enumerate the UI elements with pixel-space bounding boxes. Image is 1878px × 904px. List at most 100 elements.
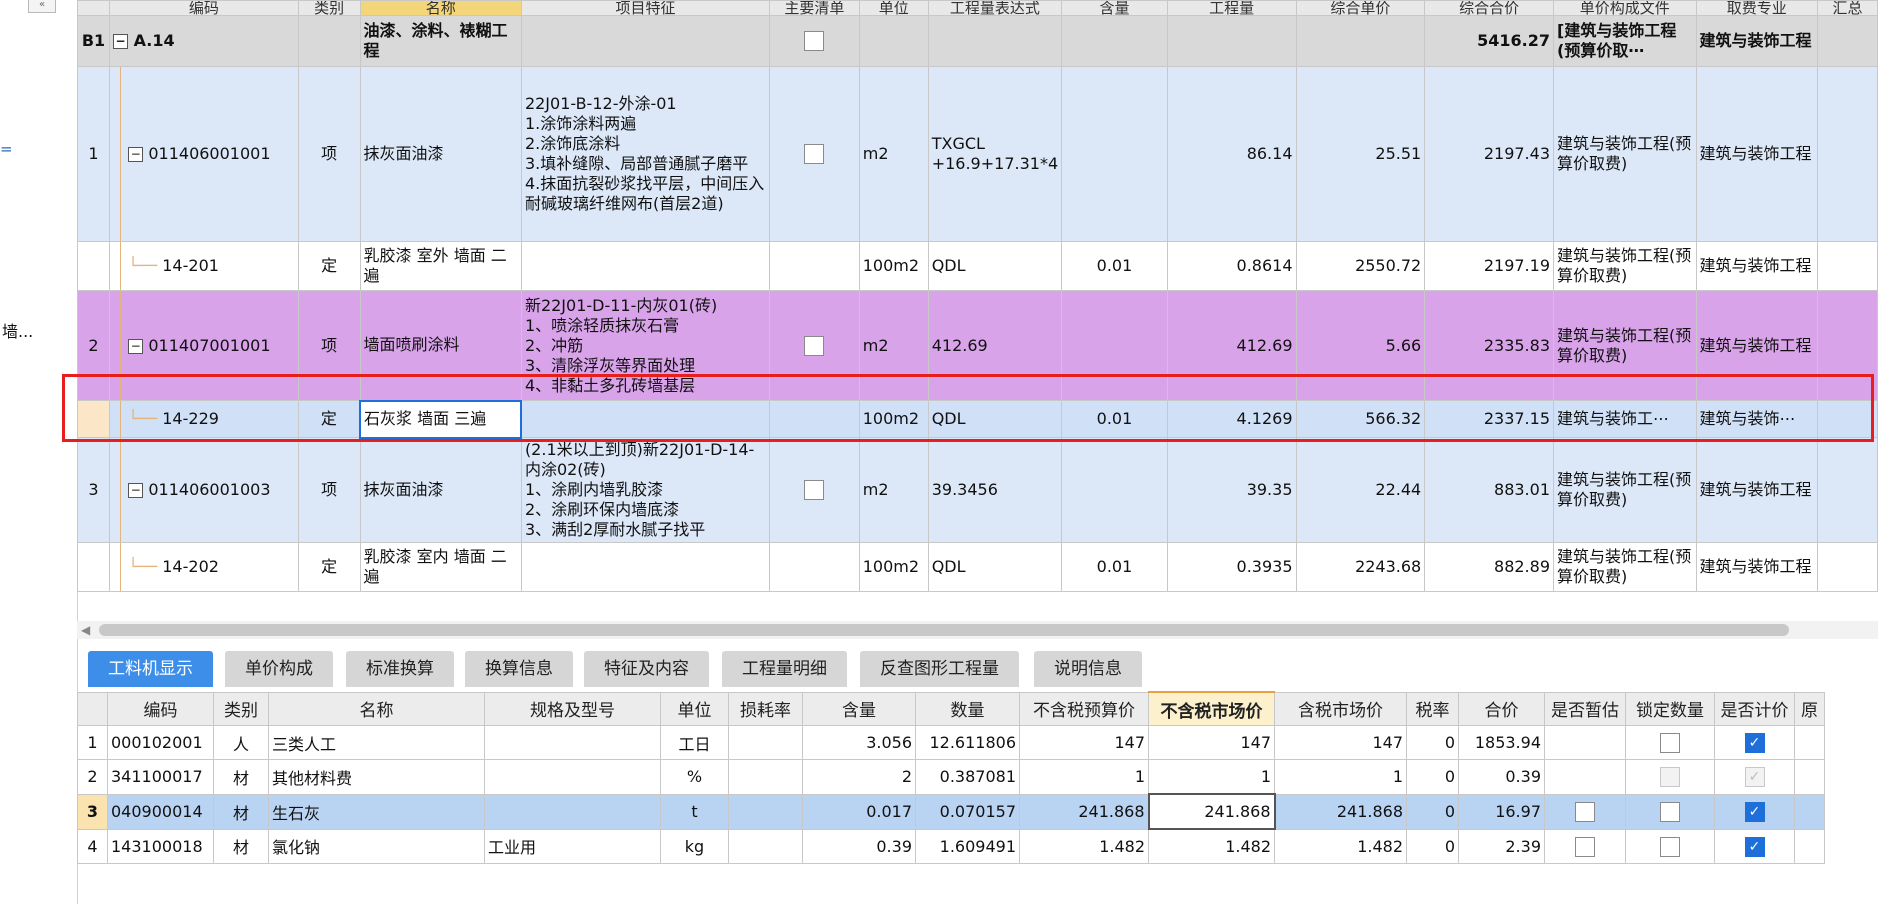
checkbox-checked[interactable]: ✓ — [1744, 732, 1765, 753]
material-unit[interactable]: t — [660, 793, 729, 830]
main-list-checkbox[interactable] — [804, 335, 825, 356]
material-code[interactable]: 341100017 — [107, 759, 214, 795]
material-ratio[interactable]: 2 — [802, 759, 916, 795]
collapse-panel-icon[interactable]: « — [28, 0, 56, 13]
material-taxed-price[interactable]: 241.868 — [1274, 793, 1407, 830]
item-qty[interactable]: 0.3935 — [1166, 542, 1297, 592]
item-file[interactable]: 建筑与装饰工程(预算价取费) — [1553, 542, 1697, 592]
material-estimate[interactable] — [1544, 725, 1626, 760]
header-qty[interactable]: 工程量 — [1166, 0, 1297, 16]
item-unit[interactable]: m2 — [858, 437, 929, 543]
quota-code[interactable]: └── 14-202 — [108, 542, 299, 592]
material-unit[interactable]: 工日 — [660, 725, 729, 760]
material-unit[interactable]: kg — [660, 828, 729, 864]
material-priced[interactable]: ✓ — [1714, 725, 1795, 760]
checkbox-unchecked[interactable] — [1660, 836, 1680, 857]
tab-conversion-info[interactable]: 换算信息 — [465, 651, 573, 687]
material-name[interactable]: 氯化钠 — [268, 828, 485, 864]
header-mat-estimate[interactable]: 是否暂估 — [1544, 691, 1626, 726]
bill-row[interactable]: 3 − 011406001003 项抹灰面油漆 (2.1米以上到顶)新22J01-D… — [77, 437, 1878, 543]
item-code[interactable]: − 011406001003 — [108, 437, 299, 543]
header-type[interactable]: 类别 — [297, 0, 361, 16]
material-unit[interactable]: % — [660, 759, 729, 795]
header-mat-sum[interactable]: 合价 — [1458, 691, 1545, 726]
item-specialty[interactable]: 建筑与装饰工程 — [1695, 290, 1819, 401]
header-specialty[interactable]: 取费专业 — [1695, 0, 1819, 16]
material-loss[interactable] — [728, 828, 803, 864]
header-mat-code[interactable]: 编码 — [107, 691, 214, 726]
header-price[interactable]: 综合单价 — [1295, 0, 1426, 16]
header-mat-name[interactable]: 名称 — [268, 691, 485, 726]
header-mat-unit[interactable]: 单位 — [660, 691, 729, 726]
material-row[interactable]: 3 040900014 材生石灰 t 0.017 0.070157 241.868 241.8… — [77, 793, 1825, 830]
item-ratio[interactable]: 0.01 — [1061, 241, 1168, 291]
header-summary[interactable]: 汇总 — [1817, 0, 1878, 16]
item-qty[interactable]: 0.8614 — [1166, 241, 1297, 291]
material-type[interactable]: 材 — [213, 759, 269, 795]
item-unit[interactable]: 100m2 — [858, 241, 929, 291]
material-estimate[interactable] — [1544, 793, 1626, 830]
item-file[interactable]: 建筑与装饰工⋯ — [1553, 400, 1697, 438]
tab-feature-content[interactable]: 特征及内容 — [584, 651, 709, 687]
material-priced[interactable]: ✓ — [1714, 793, 1795, 830]
material-tax-rate[interactable]: 0 — [1406, 725, 1459, 760]
material-taxed-price[interactable]: 147 — [1274, 725, 1407, 760]
item-expr[interactable]: 412.69 — [927, 290, 1063, 401]
header-mat-ratio[interactable]: 含量 — [802, 691, 916, 726]
item-specialty[interactable]: 建筑与装饰工程 — [1695, 542, 1819, 592]
item-name[interactable]: 乳胶漆 室内 墙面 二遍 — [359, 542, 522, 592]
tab-reverse-graphic[interactable]: 反查图形工程量 — [860, 651, 1019, 687]
material-row[interactable]: 2 341100017 材其他材料费% 2 0.387081 1 1 1 0 0.39 ✓ — [77, 759, 1825, 795]
item-code[interactable]: − 011407001001 — [108, 290, 299, 401]
item-expr[interactable]: QDL — [927, 241, 1063, 291]
bill-row[interactable]: └── 14-229 定石灰浆 墙面 三遍 100m2 QDL 0.01 4.1269 56… — [77, 399, 1878, 439]
header-code[interactable]: 编码 — [108, 0, 299, 16]
material-market-price[interactable]: 1.482 — [1148, 828, 1275, 864]
material-qty[interactable]: 12.611806 — [915, 725, 1020, 760]
quota-code[interactable]: └── 14-201 — [108, 241, 299, 291]
main-list-cell[interactable] — [769, 290, 860, 401]
material-qty[interactable]: 1.609491 — [915, 828, 1020, 864]
main-list-checkbox[interactable] — [804, 31, 825, 52]
header-total[interactable]: 综合合价 — [1424, 0, 1554, 16]
tab-description[interactable]: 说明信息 — [1034, 651, 1142, 687]
checkbox-unchecked[interactable] — [1660, 732, 1680, 753]
item-name[interactable]: 抹灰面油漆 — [359, 437, 522, 543]
material-taxed-price[interactable]: 1 — [1274, 759, 1407, 795]
material-ratio[interactable]: 0.017 — [802, 793, 916, 830]
bill-row[interactable]: 2 − 011407001001 项墙面喷刷涂料 新22J01-D-11-内灰01(… — [77, 290, 1878, 401]
item-qty[interactable]: 412.69 — [1166, 290, 1297, 401]
material-tax-rate[interactable]: 0 — [1406, 828, 1459, 864]
section-row[interactable]: B1 − A.14 油漆、涂料、裱糊工程 5416.27 [建筑与装饰工程(预算… — [77, 15, 1878, 67]
left-panel-truncated-item[interactable]: 墙... — [2, 318, 33, 342]
material-market-price[interactable]: 1 — [1148, 759, 1275, 795]
item-expr[interactable]: QDL — [927, 542, 1063, 592]
material-market-price[interactable]: 241.868 — [1147, 793, 1276, 830]
item-name[interactable]: 抹灰面油漆 — [359, 66, 522, 242]
scrollbar-thumb[interactable] — [99, 624, 1789, 636]
main-list-checkbox[interactable] — [804, 480, 825, 501]
header-mat-budget[interactable]: 不含税预算价 — [1019, 691, 1149, 726]
header-expr[interactable]: 工程量表达式 — [927, 0, 1063, 16]
section-main-list[interactable] — [769, 15, 860, 67]
header-mat-type[interactable]: 类别 — [213, 691, 269, 726]
material-priced[interactable]: ✓ — [1714, 828, 1795, 864]
item-expr[interactable]: 39.3456 — [927, 437, 1063, 543]
item-unit[interactable]: 100m2 — [858, 542, 929, 592]
material-loss[interactable] — [728, 759, 803, 795]
header-ratio[interactable]: 含量 — [1061, 0, 1168, 16]
header-main-list[interactable]: 主要清单 — [769, 0, 860, 16]
material-lock[interactable] — [1625, 725, 1715, 760]
item-specialty[interactable]: 建筑与装饰工程 — [1695, 437, 1819, 543]
tab-standard-conversion[interactable]: 标准换算 — [346, 651, 454, 687]
section-name[interactable]: 油漆、涂料、裱糊工程 — [359, 15, 522, 67]
item-ratio[interactable] — [1061, 66, 1168, 242]
material-type[interactable]: 材 — [213, 828, 269, 864]
collapse-tree-icon[interactable]: − — [128, 483, 144, 498]
header-feature[interactable]: 项目特征 — [520, 0, 771, 16]
scroll-left-icon[interactable]: ◀ — [81, 623, 90, 637]
material-code[interactable]: 143100018 — [107, 828, 214, 864]
item-code[interactable]: − 011406001001 — [108, 66, 299, 242]
item-unit[interactable]: m2 — [858, 66, 929, 242]
material-qty[interactable]: 0.387081 — [915, 759, 1020, 795]
